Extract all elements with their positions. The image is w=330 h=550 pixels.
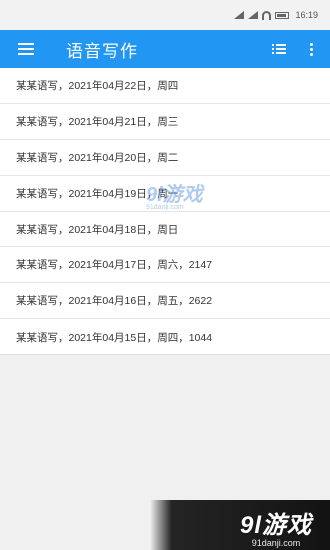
list-view-button[interactable]	[262, 30, 296, 68]
signal-icon-2	[248, 11, 259, 19]
more-options-button[interactable]	[296, 30, 326, 68]
wifi-icon	[262, 10, 272, 20]
watermark-logo: 9l游戏 91danji.com	[240, 505, 312, 548]
list-item[interactable]: 某某语写，2021年04月18日，周日	[0, 212, 330, 248]
watermark-brand: 9l游戏	[239, 512, 312, 539]
battery-icon	[275, 11, 290, 19]
menu-button[interactable]	[6, 30, 46, 68]
list-item[interactable]: 某某语写，2021年04月22日，周四	[0, 68, 330, 104]
list-item[interactable]: 某某语写，2021年04月17日，周六，2147	[0, 247, 330, 284]
list-item[interactable]: 某某语写，2021年04月16日，周五，2622	[0, 283, 330, 320]
app-bar: 语音写作	[0, 30, 330, 68]
list-item[interactable]: 某某语写，2021年04月20日，周二	[0, 140, 330, 176]
list-view-icon	[272, 44, 286, 54]
list-item[interactable]: 某某语写，2021年04月21日，周三	[0, 104, 330, 140]
hamburger-menu-icon	[18, 43, 34, 55]
status-time: 16:19	[295, 10, 318, 20]
status-bar: 16:19	[0, 0, 330, 30]
app-title: 语音写作	[66, 41, 138, 61]
signal-icon	[234, 11, 245, 19]
more-vert-icon	[309, 42, 313, 46]
watermark-site: 91danji.com	[251, 538, 301, 548]
status-icons	[234, 10, 290, 20]
list-item[interactable]: 某某语写，2021年04月15日，周四，1044	[0, 319, 330, 355]
entry-list: 某某语写，2021年04月22日，周四 某某语写，2021年04月21日，周三 …	[0, 68, 330, 355]
list-item[interactable]: 某某语写，2021年04月19日，周一	[0, 176, 330, 212]
